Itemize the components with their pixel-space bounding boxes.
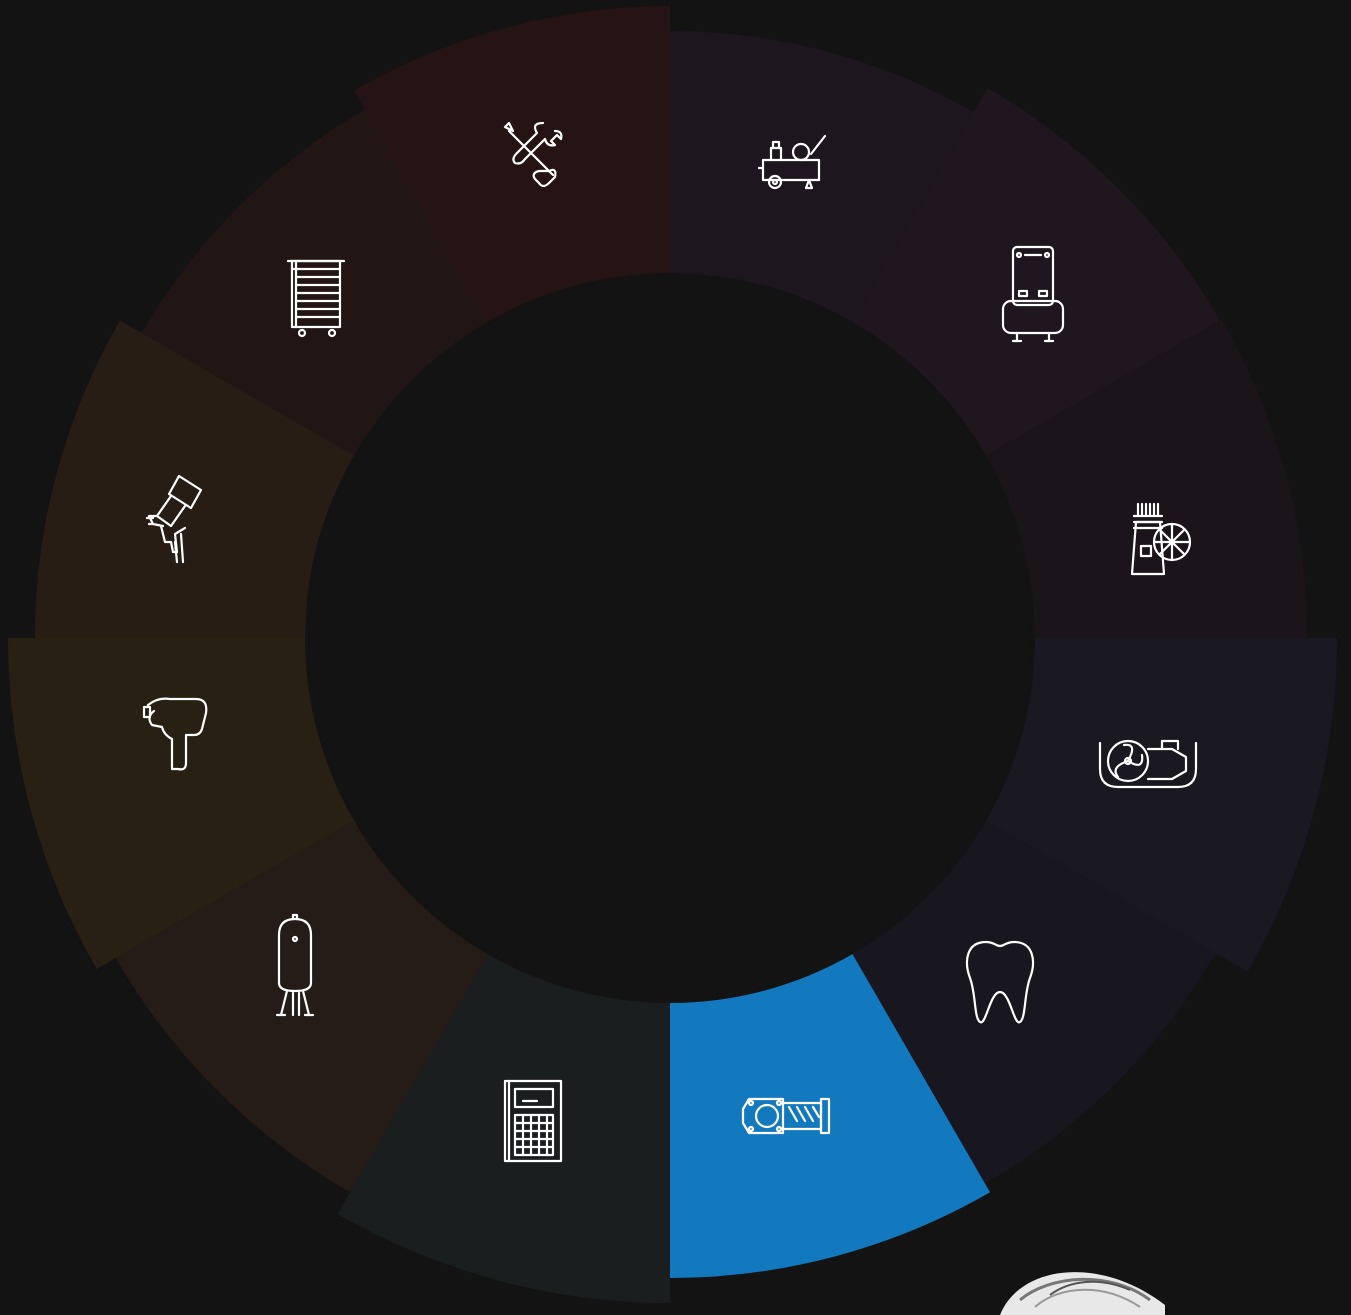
product-photo xyxy=(990,1255,1190,1315)
wheel-center xyxy=(308,276,1032,1000)
category-wheel xyxy=(8,6,1337,1303)
